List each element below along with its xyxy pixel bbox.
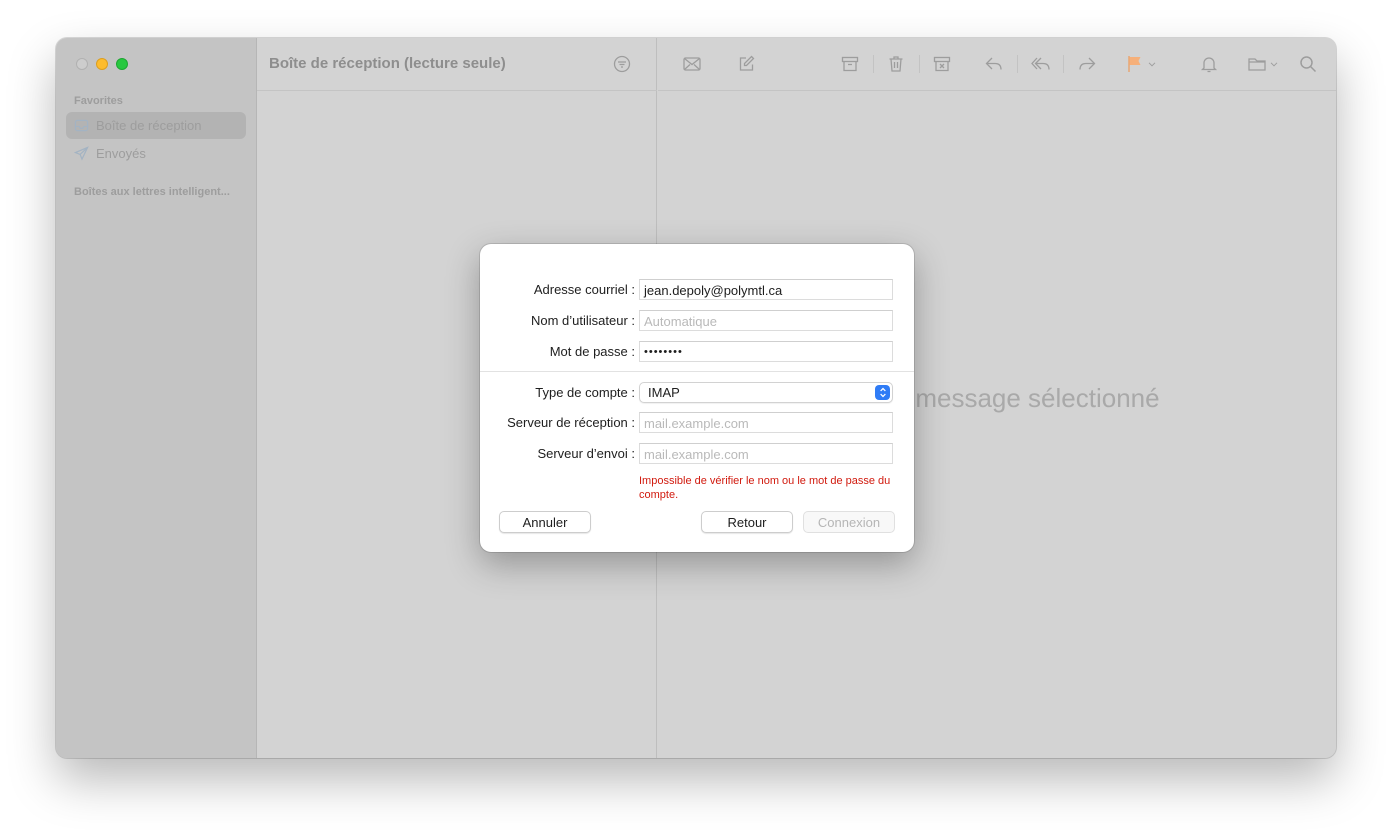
username-row: Nom d’utilisateur : Automatique: [480, 310, 914, 332]
flag-icon: [1128, 56, 1141, 72]
window-controls: [76, 58, 128, 70]
username-field[interactable]: Automatique: [639, 310, 893, 331]
zoom-window-button[interactable]: [116, 58, 128, 70]
password-field[interactable]: ••••••••: [639, 341, 893, 362]
toolbar-separator: [873, 55, 874, 73]
dialog-divider: [480, 371, 914, 372]
minimize-window-button[interactable]: [96, 58, 108, 70]
reply-icon: [985, 57, 1002, 70]
reply-button[interactable]: [982, 53, 1006, 75]
notifications-button[interactable]: [1197, 53, 1221, 75]
account-setup-dialog: Adresse courriel : jean.depoly@polymtl.c…: [480, 244, 914, 552]
sidebar-item-label: Envoyés: [96, 146, 146, 161]
smart-mailboxes-section-label[interactable]: Boîtes aux lettres intelligent...: [74, 186, 244, 198]
compose-icon: [739, 55, 755, 71]
account-type-row: Type de compte : IMAP: [480, 382, 914, 404]
notification-bell-icon: [1200, 57, 1218, 73]
paper-plane-icon: [74, 146, 89, 161]
search-button[interactable]: [1296, 53, 1320, 75]
outgoing-server-field[interactable]: mail.example.com: [639, 443, 893, 464]
email-row: Adresse courriel : jean.depoly@polymtl.c…: [480, 279, 914, 301]
envelope-icon: [683, 57, 701, 71]
move-to-folder-icon: [1248, 58, 1266, 71]
outgoing-server-row: Serveur d’envoi : mail.example.com: [480, 443, 914, 465]
archive-icon: [841, 56, 859, 72]
password-label: Mot de passe :: [549, 344, 635, 359]
email-label: Adresse courriel :: [533, 282, 635, 297]
outgoing-server-label: Serveur d’envoi :: [537, 446, 635, 461]
username-label: Nom d’utilisateur :: [530, 313, 635, 328]
toolbar-separator: [1017, 55, 1018, 73]
message-list-header: Boîte de réception (lecture seule): [257, 38, 657, 91]
cancel-button[interactable]: Annuler: [499, 511, 591, 533]
forward-icon: [1079, 57, 1096, 70]
junk-button[interactable]: [930, 53, 954, 75]
account-type-label: Type de compte :: [535, 385, 635, 400]
account-type-select[interactable]: IMAP: [639, 382, 893, 403]
error-message: Impossible de vérifier le nom ou le mot …: [639, 475, 891, 501]
select-arrows-icon: [875, 385, 890, 400]
inbox-icon: [74, 119, 89, 132]
get-mail-button[interactable]: [680, 53, 704, 75]
reply-all-button[interactable]: [1029, 53, 1053, 75]
incoming-server-label: Serveur de réception :: [507, 415, 635, 430]
incoming-server-field[interactable]: mail.example.com: [639, 412, 893, 433]
toolbar-separator: [919, 55, 920, 73]
account-type-value: IMAP: [648, 385, 680, 400]
sidebar-item-sent[interactable]: Envoyés: [66, 140, 246, 167]
password-row: Mot de passe : ••••••••: [480, 341, 914, 363]
trash-icon: [889, 56, 903, 72]
sidebar-item-inbox[interactable]: Boîte de réception: [66, 112, 246, 139]
close-window-button[interactable]: [76, 58, 88, 70]
connect-button[interactable]: Connexion: [803, 511, 895, 533]
sidebar: Favorites Boîte de réception Envoyés Boî…: [56, 38, 257, 758]
sidebar-item-label: Boîte de réception: [96, 118, 202, 133]
mailbox-title: Boîte de réception (lecture seule): [269, 55, 506, 72]
email-field[interactable]: jean.depoly@polymtl.ca: [639, 279, 893, 300]
flag-menu-button[interactable]: [1144, 53, 1160, 75]
chevron-down-icon: [1270, 62, 1278, 67]
toolbar: [658, 38, 1336, 91]
archive-button[interactable]: [838, 53, 862, 75]
junk-icon: [933, 56, 951, 72]
delete-button[interactable]: [884, 53, 908, 75]
toolbar-separator: [1063, 55, 1064, 73]
incoming-server-row: Serveur de réception : mail.example.com: [480, 412, 914, 434]
back-button[interactable]: Retour: [701, 511, 793, 533]
search-icon: [1300, 56, 1317, 73]
chevron-down-icon: [1148, 62, 1156, 67]
move-menu-button[interactable]: [1266, 53, 1282, 75]
favorites-section-label: Favorites: [74, 95, 123, 107]
forward-button[interactable]: [1075, 53, 1099, 75]
filter-icon[interactable]: [613, 55, 631, 73]
reply-all-icon: [1031, 57, 1050, 70]
compose-button[interactable]: [734, 53, 758, 75]
